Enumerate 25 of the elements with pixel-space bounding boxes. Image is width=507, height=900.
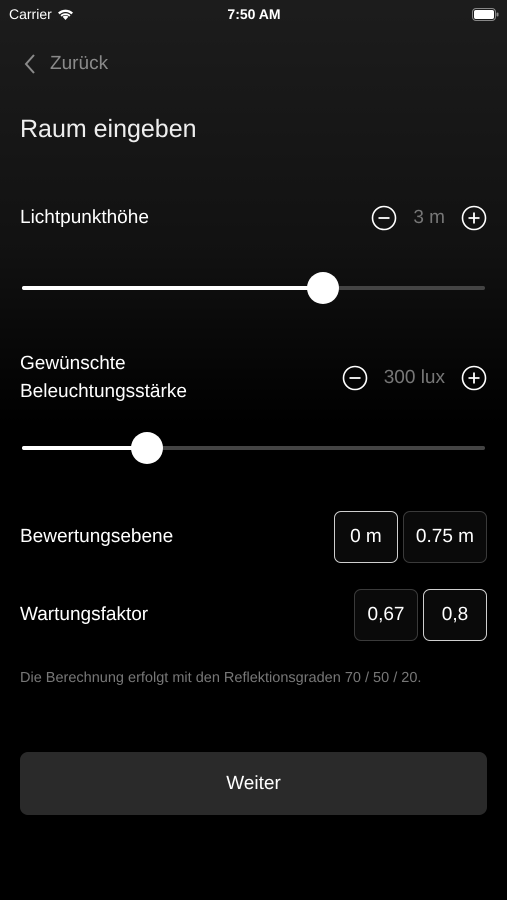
option-button[interactable]: 0 m [334,511,398,563]
stepper-value: 3 m [413,207,445,229]
status-time: 7:50 AM [227,6,281,22]
plus-circle-icon[interactable] [461,365,487,391]
wifi-icon [56,8,74,20]
setting-label: Lichtpunkthöhe [20,206,149,230]
continue-button[interactable]: Weiter [20,752,487,815]
slider-thumb[interactable] [131,432,163,464]
setting-label: Bewertungsebene [20,525,174,549]
setting-label: Gewünschte Beleuchtungsstärke [20,352,188,404]
info-note: Die Berechnung erfolgt mit den Reflektionsgraden 70 / 50 / 20. [20,669,422,688]
option-button[interactable]: 0.75 m [402,511,487,563]
option-button[interactable]: 0,67 [354,589,418,641]
battery-icon [472,8,499,20]
chevron-left-icon [24,53,36,75]
plus-circle-icon[interactable] [461,205,487,231]
option-button[interactable]: 0,8 [423,589,487,641]
setting-label: Wartungsfaktor [20,603,148,627]
minus-circle-icon[interactable] [371,205,398,231]
carrier-label: Carrier [9,6,52,22]
slider-thumb[interactable] [306,272,339,304]
stepper-value: 300 lux [384,367,445,389]
back-button[interactable]: Zurück [20,53,108,75]
minus-circle-icon[interactable] [342,365,368,391]
page-title: Raum eingeben [20,115,198,144]
